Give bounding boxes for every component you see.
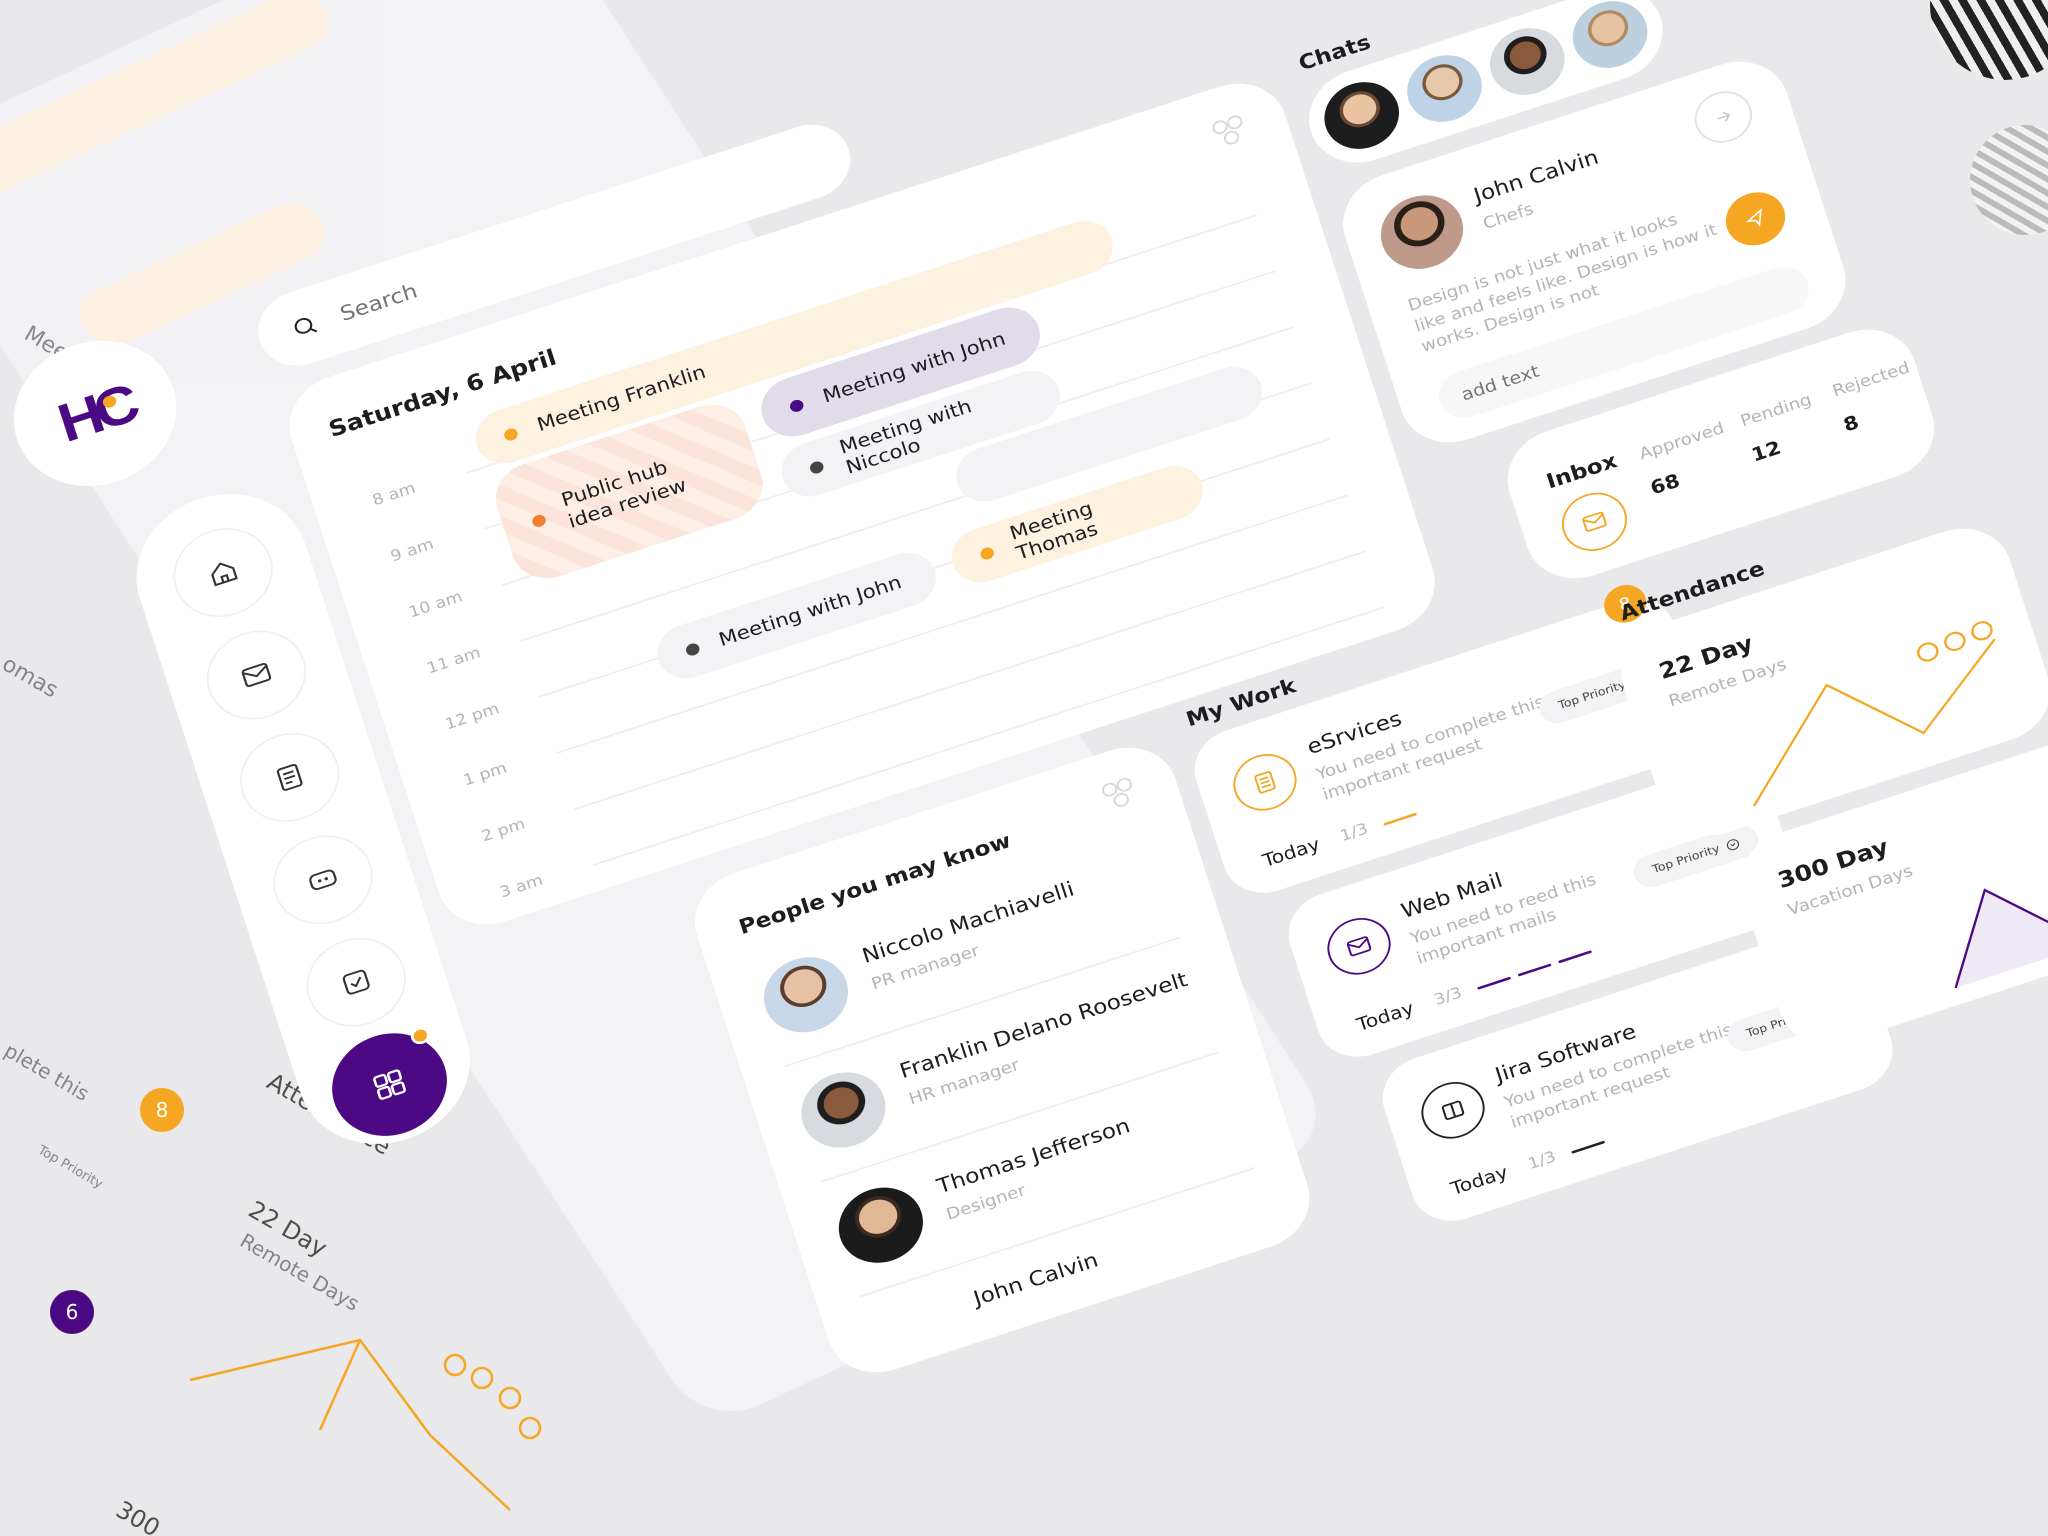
event-dot: [978, 545, 996, 562]
time-label: 10 am: [406, 587, 465, 622]
send-icon: [1745, 208, 1762, 227]
event-label: Public hub idea review: [558, 456, 690, 533]
work-icon-ring: [1320, 910, 1398, 983]
work-progress: 1/3: [1526, 1147, 1559, 1174]
chat-avatar[interactable]: [1564, 0, 1657, 78]
inbox-icon-ring[interactable]: [1554, 484, 1635, 560]
inbox-stat-value[interactable]: 8: [1841, 412, 1862, 437]
ghost-badge-orange: 8: [140, 1088, 184, 1132]
chat-avatar[interactable]: [1481, 18, 1574, 105]
avatar: [1371, 184, 1473, 280]
progress-segment: [1477, 976, 1512, 990]
time-label: 9 am: [388, 535, 436, 566]
ghost-thomas-label: omas: [0, 651, 63, 704]
canvas: Meeti omas plete this Top Priority 8 6 A…: [0, 0, 2048, 1536]
time-label: 12 pm: [442, 699, 502, 734]
ghost-badge-purple: 6: [50, 1290, 94, 1334]
time-label: 2 pm: [479, 814, 528, 846]
time-label: 8 am: [370, 479, 418, 510]
ghost-complete-label: plete this: [0, 1038, 94, 1106]
person-name[interactable]: Thomas Jefferson: [934, 1114, 1133, 1199]
person-name[interactable]: John Calvin: [970, 1248, 1101, 1311]
work-description: You need to complete this important requ…: [1313, 692, 1547, 804]
time-label: 11 am: [424, 643, 483, 678]
chat-avatar[interactable]: [1315, 72, 1408, 159]
checkbox-icon: [342, 969, 370, 995]
ghost-tag: Top Priority: [35, 1142, 106, 1193]
notification-dot: [408, 1024, 433, 1047]
event-meeting-john-2[interactable]: Meeting with John: [650, 545, 944, 687]
chat-avatar[interactable]: [1398, 45, 1491, 132]
nav-home[interactable]: [161, 515, 285, 630]
ghost-event-bar: [0, 0, 341, 211]
send-button[interactable]: [1718, 184, 1793, 253]
book-icon: [1441, 1100, 1465, 1120]
grid-icon: [373, 1069, 406, 1100]
work-icon-ring: [1226, 746, 1304, 819]
nav-mail[interactable]: [195, 617, 318, 733]
inbox-title: Inbox: [1543, 448, 1620, 494]
event-dot: [808, 459, 826, 476]
work-progress: 1/3: [1338, 819, 1371, 846]
avatar: [791, 1061, 896, 1159]
mail-icon: [1346, 936, 1372, 957]
mail-icon: [1582, 511, 1607, 532]
chevron-down-icon: [1727, 838, 1740, 850]
more-options-icon[interactable]: [1206, 111, 1252, 152]
time-label: 1 pm: [461, 758, 510, 790]
work-progress: 3/3: [1432, 983, 1465, 1010]
avatar: [828, 1176, 933, 1274]
open-chat-button[interactable]: [1688, 84, 1759, 150]
time-label: 3 am: [497, 871, 546, 902]
progress-segment: [1383, 812, 1418, 826]
chat-contact-name[interactable]: John Calvin: [1471, 145, 1602, 208]
work-date: Today: [1354, 997, 1417, 1036]
event-dot: [684, 641, 702, 658]
more-options-icon[interactable]: [1096, 773, 1142, 814]
work-icon-ring: [1414, 1074, 1492, 1147]
event-dot: [788, 398, 805, 414]
inbox-stat-label: Approved: [1637, 418, 1727, 464]
mail-icon: [241, 662, 272, 688]
home-icon: [211, 562, 238, 587]
nav-chat[interactable]: [261, 822, 385, 937]
work-date: Today: [1260, 833, 1323, 872]
nav-apps[interactable]: [318, 1018, 461, 1151]
person-name[interactable]: Franklin Delano Roosevelt: [897, 967, 1191, 1083]
brand-logo: HC: [50, 373, 140, 454]
nav-tasks[interactable]: [294, 925, 418, 1040]
search-icon: [294, 317, 318, 334]
document-icon: [1254, 771, 1276, 794]
inbox-stat-value[interactable]: 12: [1749, 437, 1784, 466]
event-dot: [502, 426, 520, 443]
inbox-stat-label: Rejected: [1830, 358, 1912, 401]
chat-contact-role: Chefs: [1480, 199, 1536, 234]
work-description: You need to reed this important mails: [1407, 870, 1599, 968]
document-icon: [276, 763, 303, 791]
progress-segment: [1571, 1140, 1606, 1154]
chat-icon: [309, 869, 337, 891]
inbox-stat-value[interactable]: 68: [1648, 470, 1683, 499]
arrow-right-icon: [1717, 111, 1731, 122]
priority-label: Top Priority: [1556, 678, 1628, 713]
nav-documents[interactable]: [228, 720, 352, 835]
avatar: [754, 946, 858, 1044]
inbox-stat-label: Pending: [1738, 390, 1814, 431]
event-label: Meeting with John: [716, 571, 905, 651]
priority-label: Top Priority: [1650, 842, 1722, 877]
progress-segment: [1517, 963, 1552, 977]
vacation-days-chart: [1954, 864, 2048, 989]
progress-segment: [1558, 950, 1593, 964]
work-date: Today: [1448, 1161, 1511, 1200]
event-dot: [530, 513, 548, 529]
ghost-day-fragment: 300: [111, 1495, 165, 1536]
